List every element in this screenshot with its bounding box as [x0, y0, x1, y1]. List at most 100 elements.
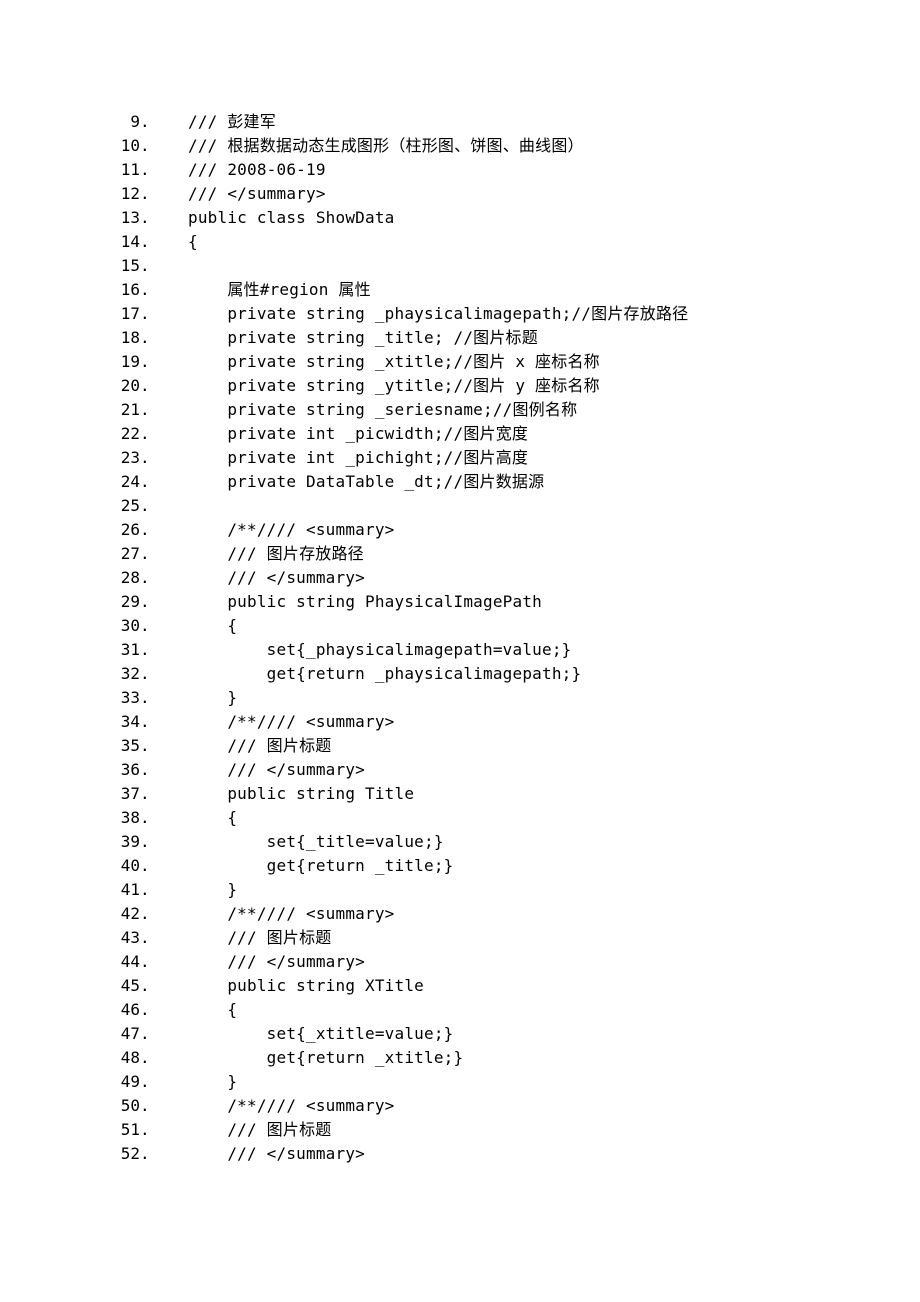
line-number: 9	[92, 110, 140, 134]
code-text: {	[150, 614, 267, 638]
line-number-dot: .	[140, 134, 150, 158]
line-number: 48	[92, 1046, 140, 1070]
code-text: }	[150, 1070, 267, 1094]
code-text: /**//// <summary>	[150, 518, 424, 542]
line-number-dot: .	[140, 182, 150, 206]
line-number: 37	[92, 782, 140, 806]
line-number-dot: .	[140, 302, 150, 326]
line-number-dot: .	[140, 230, 150, 254]
line-number-dot: .	[140, 662, 150, 686]
line-number: 18	[92, 326, 140, 350]
line-number-dot: .	[140, 326, 150, 350]
code-line: 46. {	[0, 998, 920, 1022]
code-line: 35. /// 图片标题	[0, 734, 920, 758]
code-line: 11./// 2008-06-19	[0, 158, 920, 182]
line-number-dot: .	[140, 1142, 150, 1166]
code-text: /// 图片标题	[150, 1118, 361, 1142]
line-number-dot: .	[140, 878, 150, 902]
line-number: 15	[92, 254, 140, 278]
code-text: private DataTable _dt;//图片数据源	[150, 470, 574, 494]
code-line: 39. set{_title=value;}	[0, 830, 920, 854]
code-text: /// </summary>	[150, 758, 395, 782]
code-line: 51. /// 图片标题	[0, 1118, 920, 1142]
code-text: /**//// <summary>	[150, 902, 424, 926]
code-text: public string Title	[150, 782, 444, 806]
code-line: 21. private string _seriesname;//图例名称	[0, 398, 920, 422]
line-number: 29	[92, 590, 140, 614]
line-number: 17	[92, 302, 140, 326]
line-number-dot: .	[140, 350, 150, 374]
line-number-dot: .	[140, 278, 150, 302]
line-number: 20	[92, 374, 140, 398]
code-line: 47. set{_xtitle=value;}	[0, 1022, 920, 1046]
line-number-dot: .	[140, 542, 150, 566]
code-line: 37. public string Title	[0, 782, 920, 806]
line-number-dot: .	[140, 398, 150, 422]
code-line: 15.	[0, 254, 920, 278]
line-number-dot: .	[140, 782, 150, 806]
code-line: 26. /**//// <summary>	[0, 518, 920, 542]
line-number-dot: .	[140, 110, 150, 134]
line-number: 47	[92, 1022, 140, 1046]
code-text: /// </summary>	[150, 182, 355, 206]
line-number: 21	[92, 398, 140, 422]
line-number: 19	[92, 350, 140, 374]
line-number-dot: .	[140, 830, 150, 854]
code-text: get{return _phaysicalimagepath;}	[150, 662, 611, 686]
line-number-dot: .	[140, 638, 150, 662]
code-text: /// </summary>	[150, 1142, 395, 1166]
code-line: 20. private string _ytitle;//图片 y 座标名称	[0, 374, 920, 398]
line-number: 43	[92, 926, 140, 950]
line-number: 30	[92, 614, 140, 638]
line-number: 32	[92, 662, 140, 686]
code-text: /// 彭建军	[150, 110, 305, 134]
code-text: /// 根据数据动态生成图形（柱形图、饼图、曲线图）	[150, 134, 613, 158]
line-number: 52	[92, 1142, 140, 1166]
code-text: private string _ytitle;//图片 y 座标名称	[150, 374, 629, 398]
line-number-dot: .	[140, 518, 150, 542]
line-number: 51	[92, 1118, 140, 1142]
code-text: private int _picwidth;//图片宽度	[150, 422, 558, 446]
code-text: /// </summary>	[150, 950, 395, 974]
line-number: 22	[92, 422, 140, 446]
code-text: /// 2008-06-19	[150, 158, 355, 182]
line-number: 24	[92, 470, 140, 494]
line-number: 16	[92, 278, 140, 302]
line-number: 10	[92, 134, 140, 158]
line-number: 49	[92, 1070, 140, 1094]
code-text: set{_phaysicalimagepath=value;}	[150, 638, 601, 662]
code-text: public class ShowData	[150, 206, 424, 230]
line-number-dot: .	[140, 710, 150, 734]
code-line: 25.	[0, 494, 920, 518]
line-number-dot: .	[140, 854, 150, 878]
code-text: 属性#region 属性	[150, 278, 400, 302]
code-text: set{_title=value;}	[150, 830, 473, 854]
line-number: 25	[92, 494, 140, 518]
line-number: 33	[92, 686, 140, 710]
line-number-dot: .	[140, 158, 150, 182]
code-text: {	[150, 230, 227, 254]
code-text: get{return _xtitle;}	[150, 1046, 493, 1070]
line-number-dot: .	[140, 1046, 150, 1070]
code-text: /**//// <summary>	[150, 710, 424, 734]
code-line: 10./// 根据数据动态生成图形（柱形图、饼图、曲线图）	[0, 134, 920, 158]
line-number: 42	[92, 902, 140, 926]
line-number-dot: .	[140, 806, 150, 830]
code-text: }	[150, 686, 267, 710]
line-number: 46	[92, 998, 140, 1022]
code-text: /// 图片存放路径	[150, 542, 393, 566]
line-number-dot: .	[140, 446, 150, 470]
code-line: 24. private DataTable _dt;//图片数据源	[0, 470, 920, 494]
code-line: 38. {	[0, 806, 920, 830]
code-text	[150, 254, 208, 278]
code-line: 48. get{return _xtitle;}	[0, 1046, 920, 1070]
line-number-dot: .	[140, 1070, 150, 1094]
code-line: 22. private int _picwidth;//图片宽度	[0, 422, 920, 446]
line-number-dot: .	[140, 254, 150, 278]
code-text	[150, 494, 208, 518]
line-number: 28	[92, 566, 140, 590]
line-number: 11	[92, 158, 140, 182]
code-text: private int _pichight;//图片高度	[150, 446, 558, 470]
code-line: 29. public string PhaysicalImagePath	[0, 590, 920, 614]
line-number-dot: .	[140, 902, 150, 926]
